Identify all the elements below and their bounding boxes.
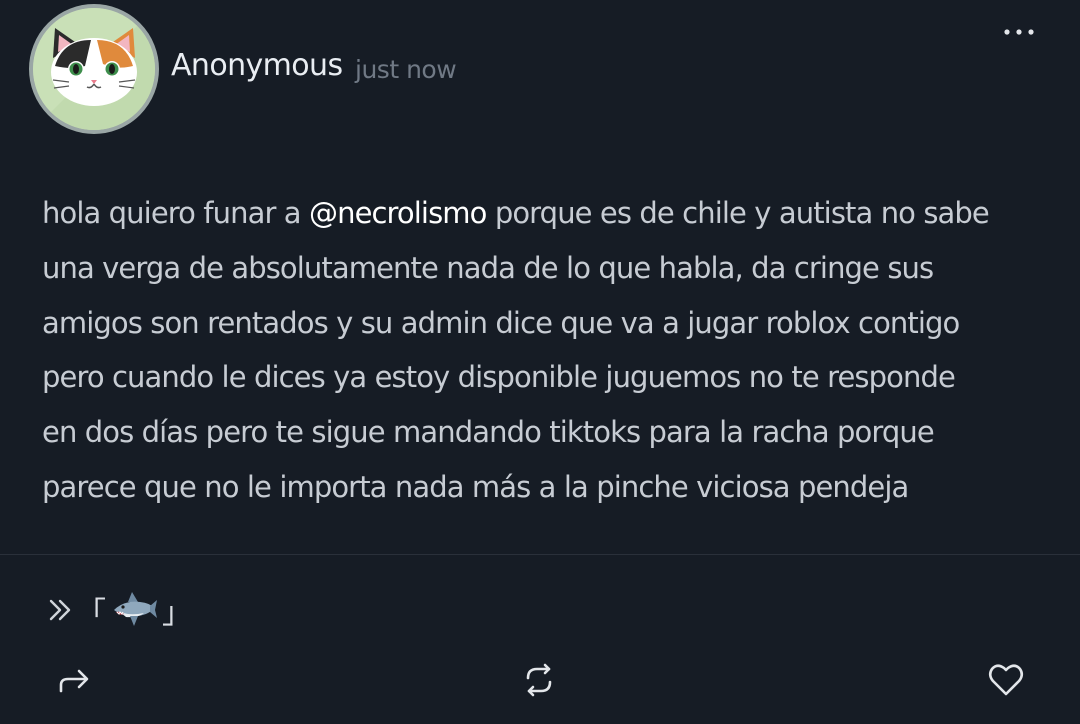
- divider: [0, 554, 1080, 555]
- post-body-segment: porque es de chile y autista no sabe: [486, 196, 990, 230]
- repost-icon: [526, 663, 552, 697]
- heart-icon: [988, 664, 1024, 696]
- topic-tag[interactable]: 「 」: [46, 588, 192, 632]
- like-button[interactable]: [986, 660, 1026, 700]
- user-mention-link[interactable]: @necrolismo: [309, 196, 487, 230]
- share-icon: [59, 669, 89, 693]
- post-body-line: en dos días pero te sigue mandando tikto…: [42, 415, 935, 450]
- topic-close-bracket: 」: [162, 596, 192, 631]
- topic-open-bracket: 「: [76, 596, 106, 631]
- post-card: Anonymous just now hola quiero funar a @…: [0, 0, 1080, 724]
- post-body-line: amigos son rentados y su admin dice que …: [42, 305, 960, 340]
- post-body-line: parece que no le importa nada más a la p…: [42, 469, 909, 504]
- chevrons-right-icon: [49, 599, 71, 621]
- shark-icon: [114, 592, 157, 626]
- post-body-segment: hola quiero funar a: [42, 196, 309, 230]
- repost-button[interactable]: [519, 660, 559, 700]
- post-body-line: una verga de absolutamente nada de lo qu…: [42, 250, 934, 285]
- more-options-button[interactable]: [998, 18, 1042, 46]
- post-body: hola quiero funar a @necrolismo porque e…: [42, 186, 1052, 515]
- post-body-line: hola quiero funar a @necrolismo porque e…: [42, 186, 1052, 241]
- post-body-line: pero cuando le dices ya estoy disponible…: [42, 360, 956, 395]
- share-button[interactable]: [54, 660, 94, 700]
- calico-cat-avatar-icon: [33, 8, 155, 130]
- author-avatar[interactable]: [29, 4, 159, 134]
- post-timestamp: just now: [355, 55, 457, 84]
- author-name[interactable]: Anonymous: [171, 48, 343, 83]
- more-horizontal-icon: [1004, 29, 1034, 35]
